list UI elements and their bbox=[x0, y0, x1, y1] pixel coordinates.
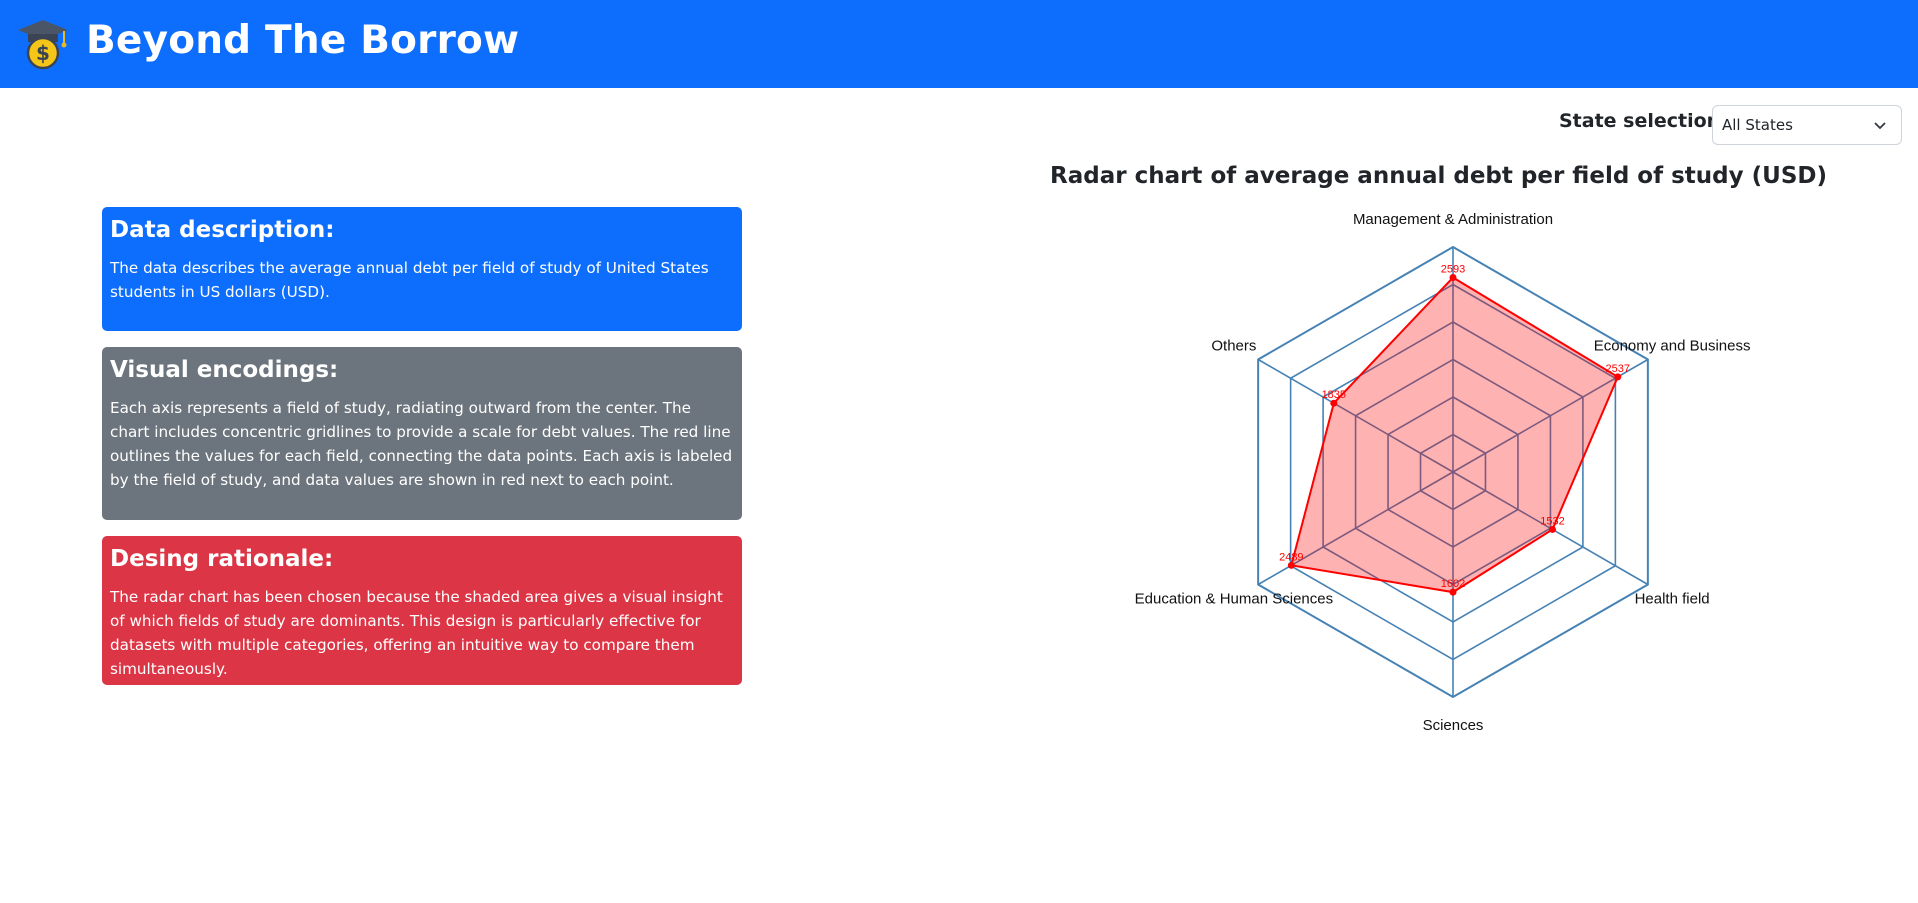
state-select-value: All States bbox=[1722, 116, 1793, 134]
radar-category-label: Sciences bbox=[1423, 717, 1484, 734]
graduation-cap-coin-icon: $ bbox=[18, 20, 68, 70]
radar-category-label: Economy and Business bbox=[1594, 338, 1751, 355]
svg-text:$: $ bbox=[36, 41, 50, 65]
navbar: $ Beyond The Borrow bbox=[0, 0, 1918, 88]
radar-category-label: Education & Human Sciences bbox=[1135, 591, 1333, 608]
radar-category-label: Management & Administration bbox=[1353, 211, 1553, 228]
state-selection-label: State selection: bbox=[1559, 110, 1728, 132]
radar-series-area bbox=[1290, 276, 1620, 594]
data-description-card: Data description: The data describes the… bbox=[102, 207, 742, 331]
data-description-text: The data describes the average annual de… bbox=[110, 258, 709, 301]
visual-encodings-title: Visual encodings: bbox=[110, 357, 339, 383]
chart-title: Radar chart of average annual debt per f… bbox=[1050, 163, 1827, 189]
design-rationale-card: Desing rationale: The radar chart has be… bbox=[102, 536, 742, 685]
design-rationale-title: Desing rationale: bbox=[110, 546, 334, 572]
radar-category-label: Others bbox=[1211, 338, 1256, 355]
state-select[interactable]: All States bbox=[1712, 105, 1902, 145]
radar-value-label: 2537 bbox=[1606, 363, 1630, 375]
radar-value-label: 2593 bbox=[1441, 264, 1465, 276]
radar-chart: 2593 2537 1532 1602 2489 1835 Management & Adm… bbox=[1135, 211, 1751, 734]
data-description-title: Data description: bbox=[110, 217, 335, 243]
radar-category-label: Health field bbox=[1635, 591, 1710, 608]
chevron-down-icon bbox=[1874, 122, 1886, 130]
visual-encodings-card: Visual encodings: Each axis represents a… bbox=[102, 347, 742, 520]
radar-value-label: 1602 bbox=[1441, 578, 1465, 590]
radar-value-label: 2489 bbox=[1279, 551, 1303, 563]
radar-value-label: 1532 bbox=[1540, 515, 1564, 527]
app-title: Beyond The Borrow bbox=[86, 18, 520, 63]
radar-value-label: 1835 bbox=[1322, 389, 1346, 401]
visual-encodings-text: Each axis represents a field of study, r… bbox=[110, 398, 733, 489]
design-rationale-text: The radar chart has been chosen because … bbox=[110, 587, 723, 678]
